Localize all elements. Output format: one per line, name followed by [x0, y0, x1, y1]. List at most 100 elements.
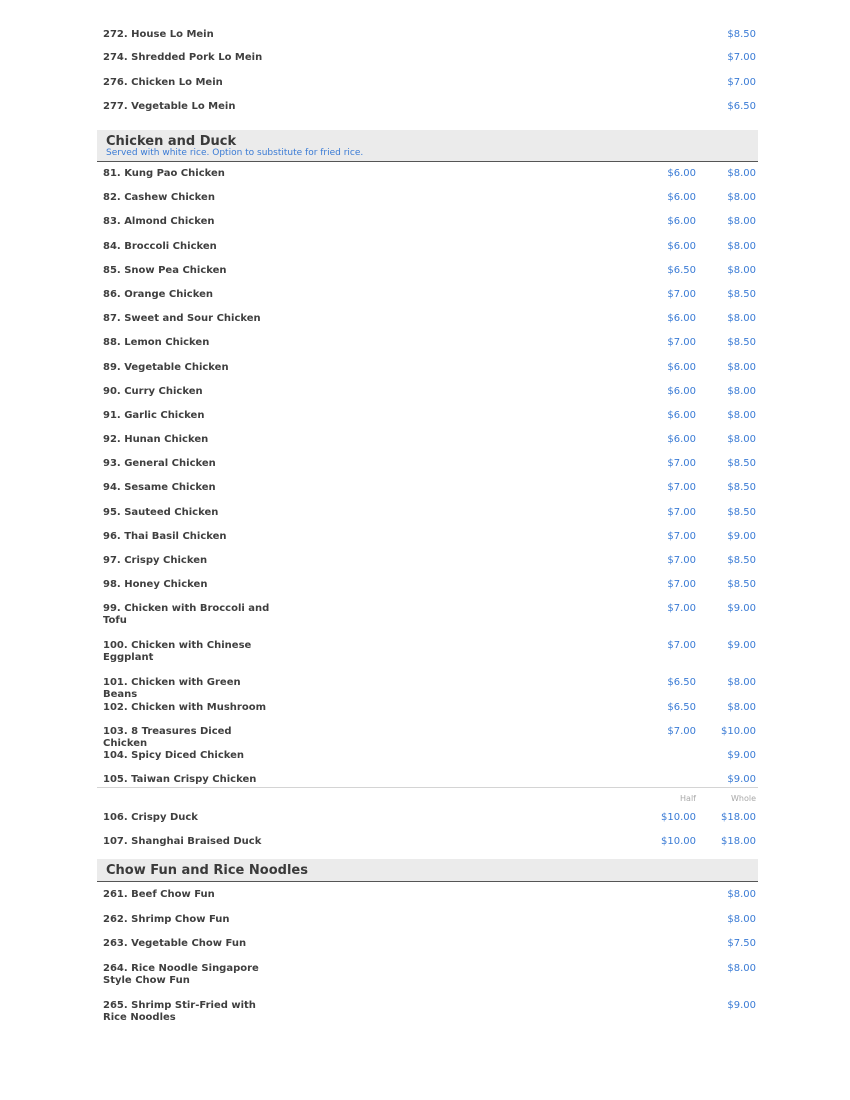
item-name: 99. Chicken with Broccoli and Tofu: [103, 603, 270, 627]
chow-fun-items-list: 261. Beef Chow Fun $8.00 262. Shrimp Chow …: [97, 882, 758, 1030]
item-name: 81. Kung Pao Chicken: [103, 168, 225, 179]
menu-item: 86. Orange Chicken $7.00 $8.50: [97, 283, 758, 307]
item-price-small: $7.00: [667, 506, 696, 518]
item-price-large: $8.50: [727, 337, 756, 349]
item-price-small: $6.00: [667, 313, 696, 325]
menu-item: 83. Almond Chicken $6.00 $8.00: [97, 210, 758, 234]
item-price-small: $7.00: [667, 288, 696, 300]
menu-item: 98. Honey Chicken $7.00 $8.50: [97, 573, 758, 597]
menu-item: 104. Spicy Diced Chicken $9.00: [97, 744, 758, 768]
item-name: 95. Sauteed Chicken: [103, 506, 219, 518]
item-price-large: $8.00: [727, 240, 756, 252]
item-name: 261. Beef Chow Fun: [103, 889, 215, 901]
menu-item: 107. Shanghai Braised Duck $10.00 $18.00: [97, 831, 758, 859]
item-price-large: $8.00: [727, 216, 756, 228]
item-price-large: $8.00: [727, 913, 756, 925]
item-price-large: $8.00: [727, 361, 756, 373]
item-name: 265. Shrimp Stir-Fried with Rice Noodles: [103, 999, 256, 1023]
item-price-small: $6.50: [667, 264, 696, 276]
menu-item: 93. General Chicken $7.00 $8.50: [97, 452, 758, 476]
menu-item: 92. Hunan Chicken $6.00 $8.00: [97, 428, 758, 452]
half-label: Half: [680, 794, 696, 804]
menu-item: 81. Kung Pao Chicken $6.00 $8.00: [97, 162, 758, 186]
item-price: $6.50: [727, 101, 756, 112]
item-price-small: $7.00: [667, 337, 696, 349]
item-price-half: $10.00: [661, 812, 696, 824]
item-name: 102. Chicken with Mushroom: [103, 701, 267, 713]
size-labels: Half Whole: [97, 788, 758, 807]
section-title: Chicken and Duck: [106, 134, 237, 149]
item-price-large: $8.00: [727, 434, 756, 446]
menu-item: 105. Taiwan Crispy Chicken $9.00: [97, 768, 758, 787]
item-name: 83. Almond Chicken: [103, 216, 215, 228]
section-header-chicken-duck: Chicken and Duck Served with white rice.…: [97, 130, 758, 162]
menu-item: 90. Curry Chicken $6.00 $8.00: [97, 380, 758, 404]
item-name: 262. Shrimp Chow Fun: [103, 913, 230, 925]
item-name: 274. Shredded Pork Lo Mein: [103, 52, 263, 63]
menu-item: 263. Vegetable Chow Fun $7.50: [97, 931, 758, 956]
item-price-large: $8.50: [727, 458, 756, 470]
item-price-small: $6.50: [667, 701, 696, 713]
menu-item: 85. Snow Pea Chicken $6.50 $8.00: [97, 259, 758, 283]
item-price-large: $8.00: [727, 385, 756, 397]
item-name: 93. General Chicken: [103, 458, 216, 470]
item-name: 90. Curry Chicken: [103, 385, 203, 397]
menu-item: 94. Sesame Chicken $7.00 $8.50: [97, 476, 758, 500]
item-name: 276. Chicken Lo Mein: [103, 77, 223, 88]
item-name: 263. Vegetable Chow Fun: [103, 938, 247, 950]
item-price: $7.00: [727, 52, 756, 63]
item-price-large: $9.00: [727, 603, 756, 615]
item-name: 107. Shanghai Braised Duck: [103, 836, 262, 848]
item-price-large: $8.50: [727, 482, 756, 494]
menu-item: 102. Chicken with Mushroom $6.50 $8.00: [97, 696, 758, 720]
item-name: 277. Vegetable Lo Mein: [103, 101, 236, 112]
item-name: 94. Sesame Chicken: [103, 482, 216, 494]
item-price-whole: $18.00: [721, 812, 756, 824]
menu-item: 96. Thai Basil Chicken $7.00 $9.00: [97, 525, 758, 549]
item-price-small: $7.00: [667, 603, 696, 615]
menu-item: 91. Garlic Chicken $6.00 $8.00: [97, 404, 758, 428]
item-price-small: $7.00: [667, 640, 696, 652]
item-price-large: $8.00: [727, 701, 756, 713]
item-price-small: $6.00: [667, 409, 696, 421]
item-name: 89. Vegetable Chicken: [103, 361, 229, 373]
item-price-large: $8.00: [727, 192, 756, 204]
item-price-small: $6.50: [667, 677, 696, 689]
item-name: 84. Broccoli Chicken: [103, 240, 217, 252]
item-price-large: $8.00: [727, 409, 756, 421]
item-name: 105. Taiwan Crispy Chicken: [103, 774, 257, 786]
item-price-small: $6.00: [667, 192, 696, 204]
item-name: 92. Hunan Chicken: [103, 434, 209, 446]
menu-item: 84. Broccoli Chicken $6.00 $8.00: [97, 235, 758, 259]
section-title: Chow Fun and Rice Noodles: [106, 863, 308, 879]
item-name: 86. Orange Chicken: [103, 288, 214, 300]
menu-page: 272. House Lo Mein $8.50 274. Shredded P…: [97, 22, 758, 1030]
item-price-small: $6.00: [667, 168, 696, 179]
item-price-large: $8.00: [727, 168, 756, 179]
item-name: 100. Chicken with Chinese Eggplant: [103, 640, 252, 664]
item-price-small: $6.00: [667, 385, 696, 397]
menu-item: 82. Cashew Chicken $6.00 $8.00: [97, 186, 758, 210]
menu-item: 88. Lemon Chicken $7.00 $8.50: [97, 331, 758, 355]
item-price-large: $9.00: [727, 774, 756, 786]
item-price-whole: $18.00: [721, 836, 756, 848]
item-price-small: $7.00: [667, 579, 696, 591]
menu-item: 274. Shredded Pork Lo Mein $7.00: [97, 46, 758, 71]
item-price-small: $6.00: [667, 434, 696, 446]
item-price-small: $7.00: [667, 482, 696, 494]
item-price-large: $8.50: [727, 288, 756, 300]
item-price-large: $8.00: [727, 264, 756, 276]
menu-item: 272. House Lo Mein $8.50: [97, 22, 758, 46]
item-name: 96. Thai Basil Chicken: [103, 530, 227, 542]
item-price: $7.00: [727, 77, 756, 88]
item-price-large: $7.50: [727, 938, 756, 950]
item-price-small: $7.00: [667, 725, 696, 737]
item-price-small: $7.00: [667, 458, 696, 470]
menu-item: 89. Vegetable Chicken $6.00 $8.00: [97, 356, 758, 380]
item-price-large: $8.00: [727, 962, 756, 974]
item-name: 272. House Lo Mein: [103, 29, 214, 40]
item-name: 106. Crispy Duck: [103, 812, 198, 824]
item-price-large: $8.50: [727, 579, 756, 591]
whole-label: Whole: [730, 794, 756, 804]
menu-item: 276. Chicken Lo Mein $7.00: [97, 71, 758, 95]
